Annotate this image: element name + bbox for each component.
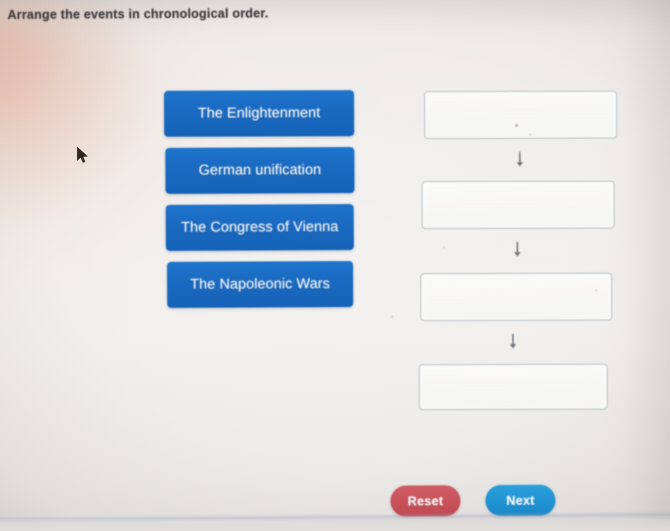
drop-slot-3[interactable] [420,272,613,322]
arrow-down-icon [513,151,526,168]
quiz-content: Arrange the events in chronological orde… [0,0,670,531]
option-label: The Napoleonic Wars [190,276,331,293]
page-title: Arrange the events in chronological orde… [7,6,269,22]
dust-speck [391,315,394,318]
next-button-label: Next [506,493,535,508]
mouse-pointer-icon [76,146,90,165]
quiz-screen-photo: Arrange the events in chronological orde… [0,0,670,531]
draggable-option-german-unification[interactable]: German unification [165,147,355,194]
option-label: The Enlightenment [197,105,321,122]
drop-slot-4[interactable] [418,363,608,411]
dust-speck [442,246,445,249]
draggable-option-the-congress-of-vienna[interactable]: The Congress of Vienna [165,204,354,251]
dust-speck [529,133,532,136]
dust-speck [595,289,598,292]
draggable-option-the-napoleonic-wars[interactable]: The Napoleonic Wars [166,260,354,308]
option-label: German unification [198,162,322,179]
arrow-down-icon [511,241,524,258]
option-label: The Congress of Vienna [181,219,339,236]
draggable-option-the-enlightenment[interactable]: The Enlightenment [163,90,355,137]
reset-button[interactable]: Reset [390,485,461,517]
drop-slot-2[interactable] [421,180,615,230]
arrow-down-icon [506,333,519,350]
dust-speck [515,123,519,127]
drop-slot-1[interactable] [424,90,618,140]
screen-bottom-bezel [0,519,670,531]
reset-button-label: Reset [407,493,444,509]
